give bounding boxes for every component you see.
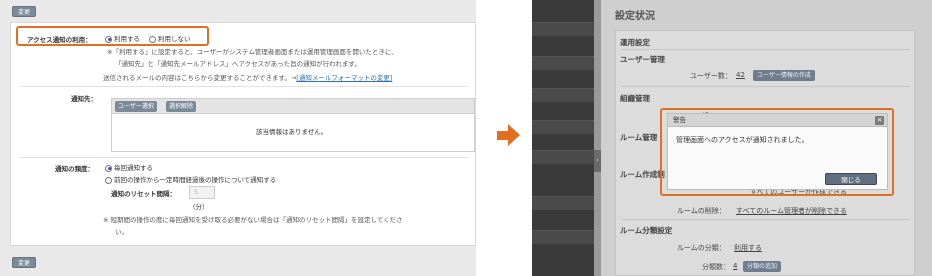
add-category-button[interactable]: 分類の追加 — [743, 261, 782, 272]
collapse-chevron-icon[interactable]: ‹ — [594, 150, 601, 172]
category-count-link[interactable]: 4 — [733, 262, 737, 270]
status-screen-screenshot: ‹ 設定状況 運用設定 ユーザー管理 ユーザー数： 42 ユーザー情報の作成 組… — [532, 0, 932, 276]
frequency-note-line1: ※ 短期間の操作の度に毎回通知を受け取る必要がない場合は「通知のリセット間隔」を… — [103, 216, 403, 224]
settings-panel: アクセス通知の利用： 利用する 利用しない ※「利用する」に設定すると、ユーザー… — [10, 22, 476, 246]
splitter[interactable]: ‹ — [594, 0, 601, 276]
category-count-label: 分類数： — [702, 263, 730, 271]
recipients-label: 通知先： — [71, 95, 97, 103]
recipients-table: ユーザー選択 選択解除 該当情報はありません。 — [111, 98, 475, 152]
room-category-heading: ルーム分類設定 — [620, 226, 673, 235]
sidebar-item — [532, 56, 594, 70]
arrow-right-icon-head — [508, 124, 520, 146]
mail-format-text: 送信されるメールの内容はこちらから変更することができます。→[通知メールフォーマ… — [103, 74, 393, 82]
org-mgmt-heading: 組織管理 — [620, 94, 650, 103]
access-note-line1: ※「利用する」に設定すると、ユーザーがシステム管理者画面または運用管理画面を開い… — [107, 48, 398, 56]
sidebar-item — [532, 120, 594, 134]
radio-button-selected[interactable] — [105, 164, 112, 172]
change-button-bottom[interactable]: 変更 — [12, 257, 37, 268]
reset-interval-unit: （分） — [189, 203, 209, 211]
divider — [19, 157, 469, 158]
deselect-button[interactable]: 選択解除 — [166, 101, 197, 112]
reset-interval-label: 通知のリセット間隔： — [111, 190, 176, 198]
frequency-note-line2: い。 — [115, 228, 128, 236]
highlight-box-access-notice — [16, 26, 209, 46]
select-user-button[interactable]: ユーザー選択 — [115, 101, 157, 112]
sidebar — [532, 0, 594, 276]
room-category-label: ルームの分類： — [677, 244, 726, 252]
sidebar-item — [532, 22, 594, 36]
divider — [622, 49, 910, 50]
user-count-link[interactable]: 42 — [736, 71, 745, 79]
page-title: 設定状況 — [615, 11, 655, 22]
empty-message: 該当情報はありません。 — [256, 128, 328, 136]
create-user-button[interactable]: ユーザー情報の作成 — [753, 70, 815, 81]
radio-interval[interactable]: 前回の操作から一定時間経過後の操作について通知する — [105, 174, 276, 184]
sidebar-item — [532, 150, 594, 164]
room-delete-label: ルームの削除： — [677, 207, 726, 215]
user-mgmt-heading: ユーザー管理 — [620, 55, 665, 64]
user-count-label: ユーザー数： — [690, 72, 732, 80]
room-create-heading: ルーム作成制 — [620, 170, 665, 179]
highlight-box-dialog — [660, 108, 894, 196]
room-delete-link[interactable]: すべてのルーム管理者が削除できる — [736, 206, 847, 216]
sidebar-item — [532, 196, 594, 210]
divider — [622, 219, 910, 220]
sidebar-item — [532, 88, 594, 102]
radio-button[interactable] — [105, 176, 112, 184]
mail-format-link[interactable]: [通知メールフォーマットの変更] — [296, 74, 392, 82]
radio-every-time[interactable]: 毎回通知する — [105, 162, 153, 172]
settings-form-screenshot: 変更 アクセス通知の利用： 利用する 利用しない ※「利用する」に設定すると、ユ… — [0, 0, 476, 276]
recipients-table-toolbar: ユーザー選択 選択解除 — [112, 99, 474, 114]
section-operation: 運用設定 — [620, 38, 650, 47]
divider — [19, 86, 469, 87]
room-mgmt-heading: ルーム管理 — [620, 133, 658, 142]
room-category-link[interactable]: 利用する — [734, 243, 762, 253]
reset-interval-input[interactable]: 5 — [189, 186, 215, 199]
sidebar-item — [532, 230, 594, 244]
change-button-top[interactable]: 変更 — [12, 6, 37, 17]
access-note-line2: 「通知先」と「通知先メールアドレス」へアクセスがあった旨の通知が行われます。 — [115, 60, 361, 68]
frequency-label: 通知の頻度： — [55, 165, 94, 173]
divider — [622, 86, 910, 87]
